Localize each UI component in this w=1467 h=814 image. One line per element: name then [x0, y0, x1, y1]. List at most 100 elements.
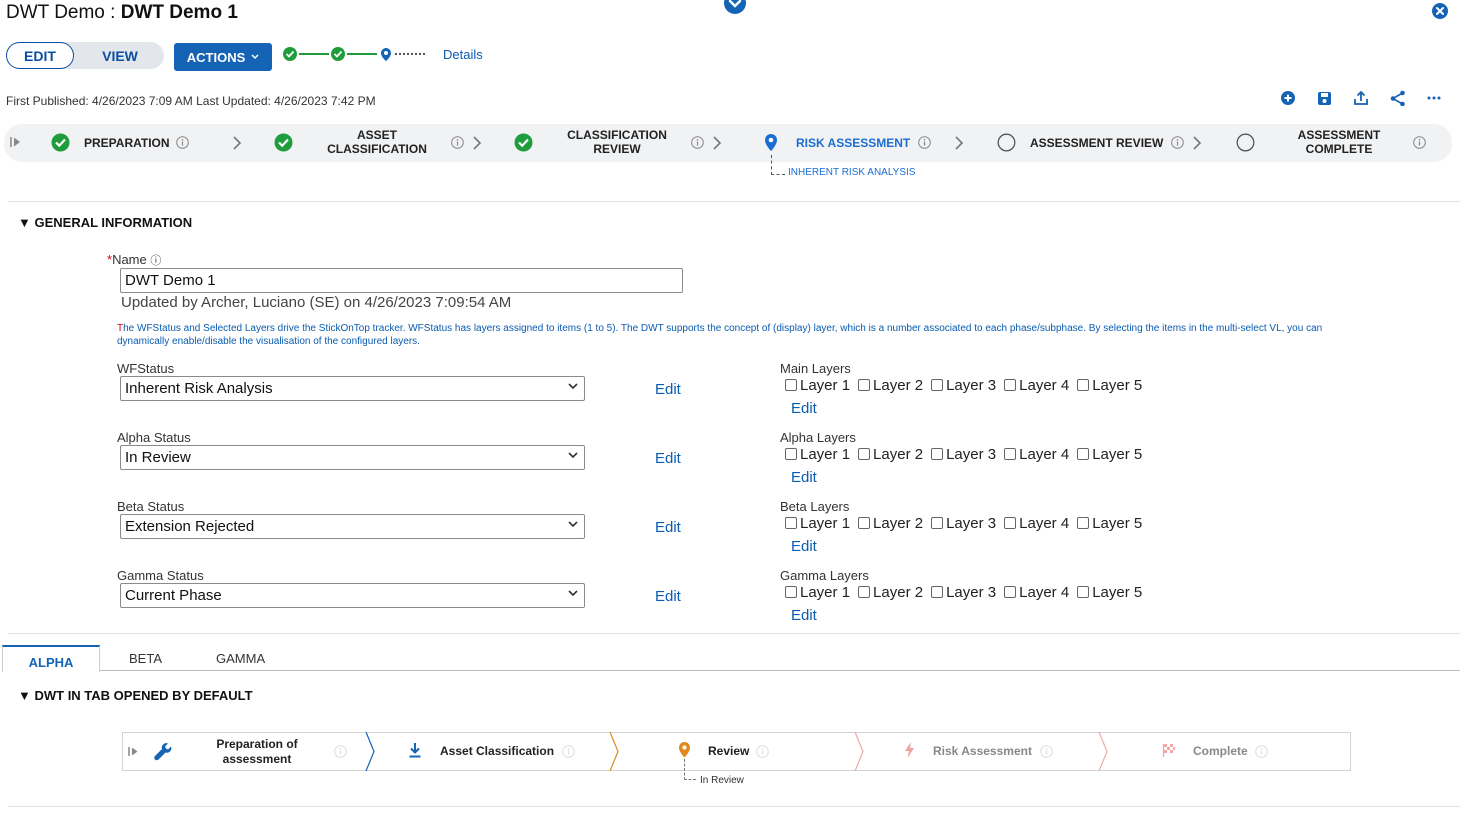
layer-checkbox[interactable]: Layer 1 [785, 584, 850, 601]
info-icon[interactable] [1413, 136, 1426, 149]
info-icon[interactable] [691, 136, 704, 149]
phase-separator [364, 732, 376, 771]
alpha-layers-edit-link[interactable]: Edit [791, 469, 817, 486]
tab-alpha[interactable]: ALPHA [2, 645, 100, 672]
layer-checkbox[interactable]: Layer 3 [931, 446, 996, 463]
layer-checkbox[interactable]: Layer 5 [1077, 377, 1142, 394]
layer-checkbox[interactable]: Layer 4 [1004, 377, 1069, 394]
gamma-status-edit-link[interactable]: Edit [655, 588, 681, 605]
phase-tracker [4, 124, 1452, 162]
info-icon[interactable] [1040, 745, 1053, 758]
gamma-layers-label: Gamma Layers [780, 568, 869, 583]
beta-layers-group: Layer 1 Layer 2 Layer 3 Layer 4 Layer 5 [785, 515, 1142, 532]
gamma-status-select[interactable]: Current Phase [120, 583, 585, 608]
info-icon[interactable] [756, 745, 769, 758]
name-input[interactable]: DWT Demo 1 [120, 268, 683, 293]
layer-checkbox[interactable]: Layer 5 [1077, 446, 1142, 463]
alpha-status-select[interactable]: In Review [120, 445, 585, 470]
divider [8, 633, 1460, 634]
layer-checkbox[interactable]: Layer 1 [785, 446, 850, 463]
collapse-chevron-icon[interactable] [724, 0, 746, 14]
beta-status-select[interactable]: Extension Rejected [120, 514, 585, 539]
divider [8, 806, 1460, 807]
save-icon[interactable] [1317, 91, 1332, 106]
layer-checkbox[interactable]: Layer 4 [1004, 515, 1069, 532]
dwt-phase-label[interactable]: Asset Classification [440, 744, 554, 759]
layer-checkbox[interactable]: Layer 4 [1004, 584, 1069, 601]
beta-layers-label: Beta Layers [780, 499, 850, 514]
layer-checkbox[interactable]: Layer 3 [931, 584, 996, 601]
gamma-status-label: Gamma Status [117, 568, 204, 583]
phase-label[interactable]: ASSESSMENT COMPLETE [1284, 128, 1394, 156]
dwt-phase-label[interactable]: Complete [1193, 744, 1248, 759]
layer-checkbox[interactable]: Layer 1 [785, 377, 850, 394]
phase-label[interactable]: ASSESSMENT REVIEW [1030, 136, 1163, 150]
layer-checkbox[interactable]: Layer 1 [785, 515, 850, 532]
sub-phase-connector [771, 155, 785, 175]
close-icon[interactable] [1431, 2, 1449, 20]
phase-label[interactable]: ASSET CLASSIFICATION [322, 128, 432, 156]
lightning-icon [904, 742, 915, 758]
tab-beta[interactable]: BETA [129, 651, 162, 666]
beta-layers-edit-link[interactable]: Edit [791, 538, 817, 555]
section-title: GENERAL INFORMATION [34, 215, 193, 230]
phase-label-current[interactable]: RISK ASSESSMENT [796, 136, 910, 150]
export-icon[interactable] [1353, 90, 1369, 106]
layer-checkbox[interactable]: Layer 2 [858, 515, 923, 532]
layer-checkbox[interactable]: Layer 2 [858, 377, 923, 394]
alpha-layers-label: Alpha Layers [780, 430, 856, 445]
dwt-phase-label[interactable]: Preparation of assessment [205, 737, 309, 767]
alpha-status-label: Alpha Status [117, 430, 191, 445]
dwt-phase-label-current[interactable]: Review [708, 744, 749, 759]
phase-separator [608, 732, 620, 771]
pending-circle-icon [997, 133, 1016, 152]
actions-button[interactable]: ACTIONS [174, 43, 272, 71]
chevron-right-icon [232, 135, 242, 151]
check-icon [274, 133, 293, 152]
main-layers-edit-link[interactable]: Edit [791, 400, 817, 417]
layer-checkbox[interactable]: Layer 3 [931, 377, 996, 394]
info-icon[interactable] [1171, 136, 1184, 149]
name-label: *Name ⓘ [107, 252, 162, 267]
chevron-right-icon [1192, 135, 1202, 151]
share-icon[interactable] [1390, 90, 1406, 106]
updated-info: Updated by Archer, Luciano (SE) on 4/26/… [121, 294, 512, 311]
layer-checkbox[interactable]: Layer 5 [1077, 584, 1142, 601]
wfstatus-select[interactable]: Inherent Risk Analysis [120, 376, 585, 401]
mini-tracker[interactable] [282, 46, 430, 62]
gamma-layers-edit-link[interactable]: Edit [791, 607, 817, 624]
layer-checkbox[interactable]: Layer 2 [858, 584, 923, 601]
section-toggle[interactable]: ▼ GENERAL INFORMATION [18, 215, 192, 230]
publish-info: First Published: 4/26/2023 7:09 AM Last … [6, 94, 376, 108]
more-icon[interactable] [1427, 95, 1441, 101]
actions-label: ACTIONS [186, 49, 246, 65]
edit-button[interactable]: EDIT [6, 42, 74, 69]
dwt-phase-label[interactable]: Risk Assessment [933, 744, 1032, 759]
info-icon[interactable] [451, 136, 464, 149]
beta-status-edit-link[interactable]: Edit [655, 519, 681, 536]
layer-checkbox[interactable]: Layer 5 [1077, 515, 1142, 532]
info-icon[interactable] [334, 745, 347, 758]
tracker-expand-icon[interactable] [128, 746, 139, 757]
info-icon[interactable] [176, 136, 189, 149]
phase-label[interactable]: CLASSIFICATION REVIEW [560, 128, 674, 156]
info-icon[interactable] [918, 136, 931, 149]
phase-label[interactable]: PREPARATION [84, 136, 170, 150]
tracker-expand-icon[interactable] [10, 136, 21, 148]
help-icon[interactable]: ⓘ [150, 255, 161, 267]
details-link[interactable]: Details [443, 47, 483, 62]
view-button[interactable]: VIEW [82, 42, 158, 69]
sub-phase-label[interactable]: INHERENT RISK ANALYSIS [788, 167, 915, 178]
info-icon[interactable] [562, 745, 575, 758]
layer-checkbox[interactable]: Layer 3 [931, 515, 996, 532]
info-icon[interactable] [1255, 745, 1268, 758]
layer-checkbox[interactable]: Layer 2 [858, 446, 923, 463]
alpha-status-edit-link[interactable]: Edit [655, 450, 681, 467]
layer-checkbox[interactable]: Layer 4 [1004, 446, 1069, 463]
dwt-sub-phase-label[interactable]: In Review [700, 775, 744, 786]
add-icon[interactable] [1280, 90, 1296, 106]
tab-gamma[interactable]: GAMMA [216, 651, 265, 666]
wfstatus-edit-link[interactable]: Edit [655, 381, 681, 398]
check-icon [51, 133, 70, 152]
section-toggle[interactable]: ▼ DWT IN TAB OPENED BY DEFAULT [18, 688, 253, 703]
